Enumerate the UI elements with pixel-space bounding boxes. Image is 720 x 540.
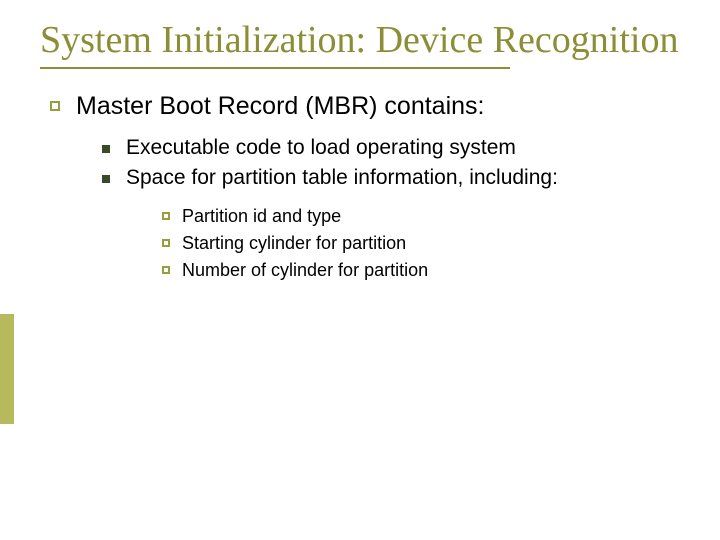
bullet-text: Starting cylinder for partition bbox=[182, 230, 406, 257]
bullet-level-3: Partition id and type Starting cylinder … bbox=[162, 203, 692, 284]
list-item: Number of cylinder for partition bbox=[162, 257, 692, 284]
bullet-text: Number of cylinder for partition bbox=[182, 257, 428, 284]
bullet-level-1: Master Boot Record (MBR) contains: bbox=[50, 91, 692, 122]
slide: System Initialization: Device Recognitio… bbox=[0, 0, 720, 540]
hollow-square-icon bbox=[50, 101, 60, 111]
list-item: Starting cylinder for partition bbox=[162, 230, 692, 257]
filled-square-icon bbox=[102, 145, 110, 153]
bullet-text: Master Boot Record (MBR) contains: bbox=[76, 91, 484, 122]
accent-sidebar bbox=[0, 314, 14, 424]
bullet-text: Space for partition table information, i… bbox=[126, 164, 558, 192]
title-underline bbox=[40, 67, 510, 69]
bullet-level-2: Executable code to load operating system… bbox=[102, 134, 692, 193]
list-item: Master Boot Record (MBR) contains: bbox=[50, 91, 692, 122]
hollow-square-icon bbox=[162, 212, 170, 220]
list-item: Space for partition table information, i… bbox=[102, 164, 692, 192]
list-item: Executable code to load operating system bbox=[102, 134, 692, 162]
hollow-square-icon bbox=[162, 266, 170, 274]
filled-square-icon bbox=[102, 175, 110, 183]
list-item: Partition id and type bbox=[162, 203, 692, 230]
bullet-text: Executable code to load operating system bbox=[126, 134, 516, 162]
hollow-square-icon bbox=[162, 239, 170, 247]
bullet-text: Partition id and type bbox=[182, 203, 341, 230]
slide-title: System Initialization: Device Recognitio… bbox=[40, 18, 692, 63]
